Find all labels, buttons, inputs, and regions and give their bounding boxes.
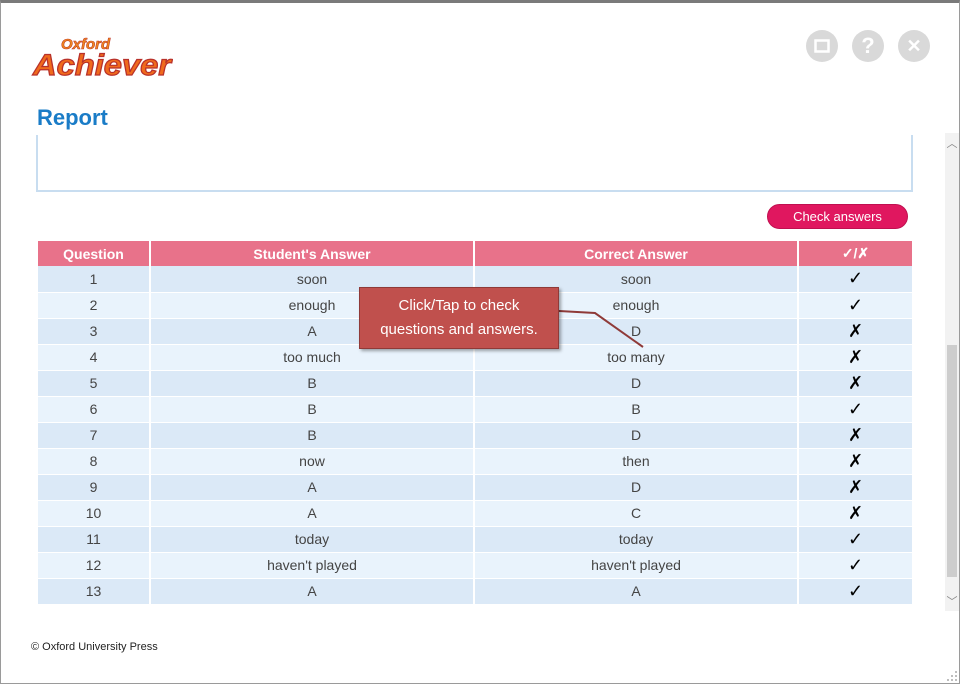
result-mark-cell: ✗ [798,474,914,501]
question-cell: 8 [38,448,151,475]
table-row[interactable]: 10 A C ✗ [38,500,914,527]
result-mark-cell: ✓ [798,552,914,579]
correct-answer-cell: haven't played [474,552,799,579]
question-cell: 4 [38,344,151,371]
correct-answer-cell: C [474,500,799,527]
help-icon: ? [861,33,875,58]
maximize-button[interactable] [806,30,838,62]
close-button[interactable]: ✕ [898,30,930,62]
correct-answer-cell: A [474,578,799,605]
question-cell: 7 [38,422,151,449]
maximize-icon [814,39,830,53]
report-scroll-area[interactable]: Check answers Question Student's Answer … [31,135,960,610]
resize-grip-icon[interactable] [945,669,959,683]
question-cell: 3 [38,318,151,345]
table-row[interactable]: 11 today today ✓ [38,526,914,553]
app-window: Oxford Achiever ? ✕ Report Check answers… [0,0,960,684]
table-header-row: Question Student's Answer Correct Answer… [38,241,914,266]
correct-answer-cell: D [474,370,799,397]
result-mark-cell: ✓ [798,396,914,423]
student-answer-cell: B [150,370,475,397]
header-student-answer: Student's Answer [150,241,475,266]
student-answer-cell: B [150,396,475,423]
header-result: ✓/✗ [798,241,914,266]
callout-line-1: Click/Tap to check [398,297,520,314]
oxford-achiever-logo: Oxford Achiever [31,36,173,79]
callout-pointer [558,310,644,348]
result-mark-cell: ✗ [798,370,914,397]
close-icon: ✕ [906,35,922,56]
result-mark-cell: ✗ [798,500,914,527]
scroll-thumb[interactable] [947,345,957,577]
table-row[interactable]: 8 now then ✗ [38,448,914,475]
check-answers-button[interactable]: Check answers [767,204,908,229]
question-cell: 11 [38,526,151,553]
correct-answer-cell: D [474,422,799,449]
copyright-footer: © Oxford University Press [31,641,158,653]
question-cell: 12 [38,552,151,579]
vertical-scrollbar[interactable]: ︿ ﹀ [945,133,959,611]
result-mark-cell: ✗ [798,422,914,449]
header-question: Question [38,241,151,266]
question-cell: 13 [38,578,151,605]
result-mark-cell: ✓ [798,292,914,319]
table-row[interactable]: 7 B D ✗ [38,422,914,449]
question-cell: 6 [38,396,151,423]
question-cell: 2 [38,292,151,319]
result-mark-cell: ✓ [798,266,914,293]
svg-text:Achiever: Achiever [32,49,173,79]
callout-line-2: questions and answers. [380,321,538,338]
student-answer-cell: now [150,448,475,475]
question-cell: 1 [38,266,151,293]
question-cell: 5 [38,370,151,397]
header-correct-answer: Correct Answer [474,241,799,266]
student-answer-cell: B [150,422,475,449]
question-cell: 10 [38,500,151,527]
table-row[interactable]: 6 B B ✓ [38,396,914,423]
page-title: Report [37,105,108,130]
result-mark-cell: ✓ [798,578,914,605]
result-mark-cell: ✗ [798,448,914,475]
instruction-callout: Click/Tap to check questions and answers… [359,287,559,349]
result-mark-cell: ✗ [798,318,914,345]
table-row[interactable]: 9 A D ✗ [38,474,914,501]
report-text-area[interactable] [36,135,913,192]
correct-answer-cell: then [474,448,799,475]
result-mark-cell: ✗ [798,344,914,371]
student-answer-cell: A [150,474,475,501]
scroll-down-icon[interactable]: ﹀ [945,593,959,609]
correct-answer-cell: B [474,396,799,423]
student-answer-cell: haven't played [150,552,475,579]
student-answer-cell: A [150,578,475,605]
help-button[interactable]: ? [852,30,884,62]
result-mark-cell: ✓ [798,526,914,553]
scroll-up-icon[interactable]: ︿ [945,135,959,151]
table-row[interactable]: 13 A A ✓ [38,578,914,605]
student-answer-cell: today [150,526,475,553]
student-answer-cell: A [150,500,475,527]
correct-answer-cell: today [474,526,799,553]
table-row[interactable]: 5 B D ✗ [38,370,914,397]
table-row[interactable]: 12 haven't played haven't played ✓ [38,552,914,579]
correct-answer-cell: D [474,474,799,501]
question-cell: 9 [38,474,151,501]
